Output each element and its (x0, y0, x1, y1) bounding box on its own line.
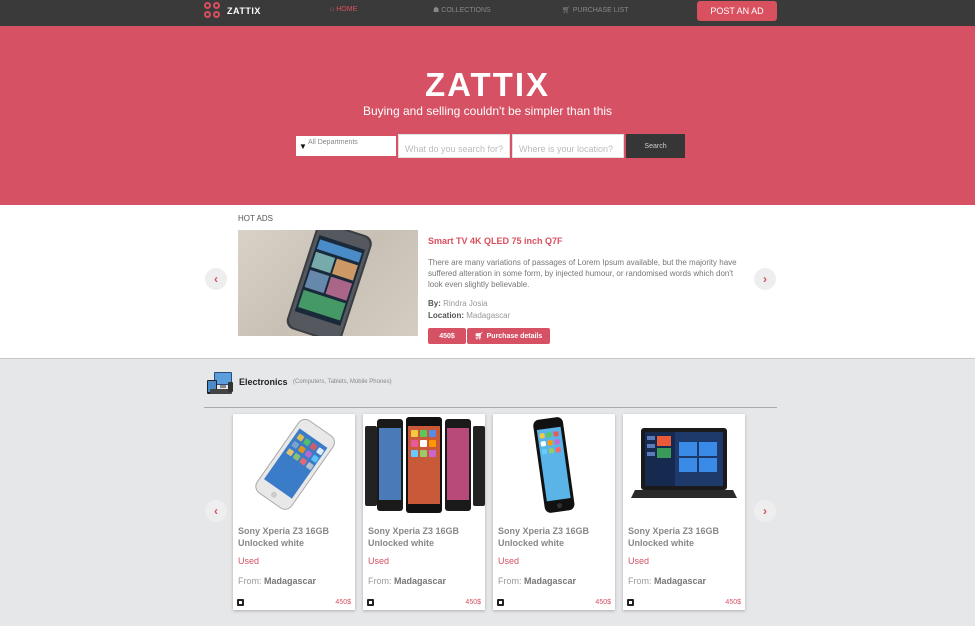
product-card[interactable]: Sony Xperia Z3 16GB Unlocked white Used … (363, 414, 485, 610)
cart-icon: 🛒︎ (562, 7, 571, 14)
category-divider (204, 407, 777, 408)
product-from-label: From: (238, 576, 262, 586)
nav-collections-label: COLLECTIONS (441, 6, 491, 14)
hot-ads-prev-arrow-icon[interactable]: ‹ (205, 268, 227, 290)
hot-ad-description: There are many variations of passages of… (428, 258, 737, 289)
product-location: From: Madagascar (498, 576, 576, 586)
product-condition: Used (368, 556, 390, 566)
product-name[interactable]: Sony Xperia Z3 16GB Unlocked white (238, 525, 353, 549)
product-card[interactable]: Sony Xperia Z3 16GB Unlocked white Used … (233, 414, 355, 610)
hot-ad-image[interactable] (238, 230, 418, 336)
logo-mark-icon (204, 2, 221, 19)
product-price: 450$ (725, 599, 741, 606)
product-card[interactable]: Sony Xperia Z3 16GB Unlocked white Used … (623, 414, 745, 610)
hot-ads-next-arrow-icon[interactable]: › (754, 268, 776, 290)
product-price: 450$ (335, 599, 351, 606)
category-title[interactable]: Electronics (239, 377, 288, 387)
nav-purchase-list[interactable]: 🛒︎ PURCHASE LIST (562, 6, 629, 15)
electronics-section: Electronics (Computers, Tablets, Mobile … (0, 360, 975, 626)
hot-ads-section: HOT ADS ‹ › Smart TV 4K QLED 75 inch Q7F… (0, 205, 975, 359)
add-to-cart-icon[interactable] (367, 599, 374, 606)
product-price: 450$ (465, 599, 481, 606)
hero-banner: ZATTIX Buying and selling couldn't be si… (0, 26, 975, 205)
home-icon: ⌂ (330, 6, 335, 13)
add-to-cart-icon[interactable] (627, 599, 634, 606)
product-image[interactable] (363, 414, 485, 516)
hot-ad-by-value: Rindra Josia (443, 299, 488, 308)
product-location: From: Madagascar (628, 576, 706, 586)
location-input[interactable] (512, 134, 624, 158)
product-image[interactable] (623, 414, 745, 516)
hot-ad-location-label: Location: (428, 311, 464, 320)
hero-subtitle: Buying and selling couldn't be simpler t… (362, 104, 613, 118)
hot-ad-location: Location: Madagascar (428, 311, 510, 320)
users-icon: ☗ (433, 7, 440, 14)
logo-text: ZATTIX (227, 5, 261, 16)
department-select[interactable]: ▼ All Departments (296, 136, 396, 156)
product-price: 450$ (595, 599, 611, 606)
hero-title: ZATTIX (424, 66, 551, 103)
cart-icon: 🛒︎ (474, 333, 484, 340)
product-name[interactable]: Sony Xperia Z3 16GB Unlocked white (628, 525, 743, 549)
logo[interactable]: ZATTIX (204, 2, 261, 19)
purchase-details-button[interactable]: 🛒︎ Purchase details (467, 328, 550, 344)
caret-down-icon: ▼ (299, 142, 307, 151)
product-condition: Used (628, 556, 650, 566)
product-from-value: Madagascar (394, 576, 447, 586)
product-condition: Used (498, 556, 520, 566)
product-image[interactable] (233, 414, 355, 516)
purchase-details-label: Purchase details (486, 332, 543, 340)
hot-ad-title[interactable]: Smart TV 4K QLED 75 inch Q7F (428, 236, 563, 246)
product-location: From: Madagascar (368, 576, 446, 586)
hot-ad-by-label: By: (428, 299, 441, 308)
nav-purchase-list-label: PURCHASE LIST (572, 6, 629, 14)
product-from-value: Madagascar (264, 576, 317, 586)
search-button[interactable]: Search (626, 134, 685, 158)
product-from-label: From: (498, 576, 522, 586)
products-prev-arrow-icon[interactable]: ‹ (205, 500, 227, 522)
nav-home-label: HOME (336, 6, 358, 13)
add-to-cart-icon[interactable] (497, 599, 504, 606)
top-navbar: ZATTIX ⌂ HOME ☗ COLLECTIONS 🛒︎ PURCHASE … (0, 0, 975, 26)
add-to-cart-icon[interactable] (237, 599, 244, 606)
hot-ad-price-badge: 450$ (428, 328, 466, 344)
product-from-value: Madagascar (654, 576, 707, 586)
hot-ad-author: By: Rindra Josia (428, 299, 488, 308)
product-from-label: From: (628, 576, 652, 586)
department-select-value: All Departments (308, 139, 358, 146)
product-from-value: Madagascar (524, 576, 577, 586)
hot-ads-label: HOT ADS (238, 214, 273, 223)
post-ad-button[interactable]: POST AN AD (697, 1, 777, 21)
products-next-arrow-icon[interactable]: › (754, 500, 776, 522)
product-name[interactable]: Sony Xperia Z3 16GB Unlocked white (368, 525, 483, 549)
category-subtitle: (Computers, Tablets, Mobile Phones) (293, 379, 392, 385)
electronics-devices-icon (206, 370, 234, 396)
product-card[interactable]: Sony Xperia Z3 16GB Unlocked white Used … (493, 414, 615, 610)
product-from-label: From: (368, 576, 392, 586)
hot-ad-location-value: Madagascar (466, 311, 511, 320)
product-location: From: Madagascar (238, 576, 316, 586)
product-image[interactable] (493, 414, 615, 516)
product-condition: Used (238, 556, 260, 566)
nav-home[interactable]: ⌂ HOME (330, 6, 357, 13)
product-name[interactable]: Sony Xperia Z3 16GB Unlocked white (498, 525, 613, 549)
search-input[interactable] (398, 134, 510, 158)
nav-collections[interactable]: ☗ COLLECTIONS (433, 6, 491, 15)
